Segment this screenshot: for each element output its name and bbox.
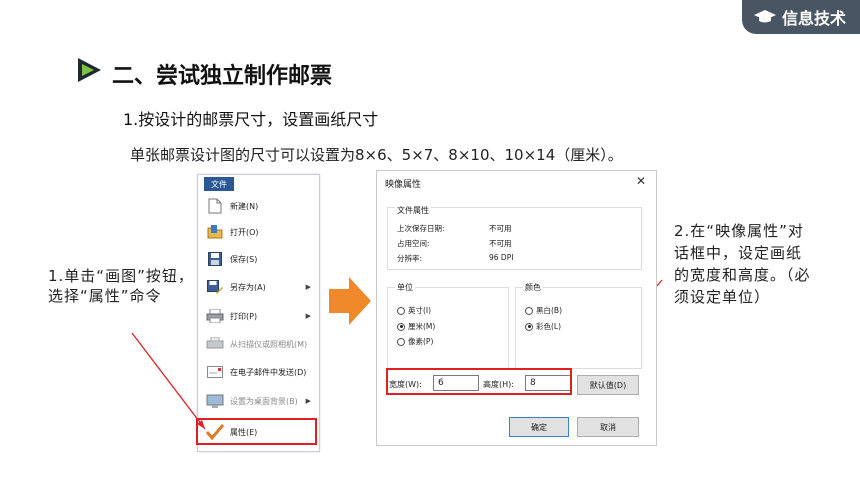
size-on-disk-value: 不可用 [489,239,512,248]
units-label: 单位 [395,282,415,293]
default-button[interactable]: 默认值(D) [577,375,639,395]
unit-pixels-radio[interactable]: 像素(P) [397,336,433,347]
left-pointer-arrowhead [197,420,205,429]
last-saved-value: 不可用 [489,224,512,233]
cancel-button[interactable]: 取消 [577,417,639,437]
resolution-value: 96 DPI [489,253,514,262]
right-annotation: 2.在“映像属性”对话框中，设定画纸的宽度和高度。（必须设定单位） [674,222,811,306]
colors-label: 颜色 [523,282,543,293]
color-bw-radio[interactable]: 黑白(B) [525,305,562,316]
file-properties-label: 文件属性 [395,205,431,216]
close-icon[interactable]: ✕ [636,174,646,188]
ok-button[interactable]: 确定 [509,417,569,437]
last-saved-label: 上次保存日期: [397,224,445,233]
unit-centimeters-radio[interactable]: 厘米(M) [397,321,435,332]
dialog-title: 映像属性 [385,180,422,190]
color-color-radio[interactable]: 彩色(L) [525,321,561,332]
resolution-label: 分辨率: [397,254,423,263]
left-pointer-arrow [131,332,206,430]
image-properties-dialog: 映像属性 ✕ 文件属性 上次保存日期: 不可用 占用空间: 不可用 分辨率: 9… [376,170,657,446]
size-fields-highlight-box [386,368,572,395]
unit-inches-radio[interactable]: 英寸(I) [397,305,431,316]
size-on-disk-label: 占用空间: [397,239,430,248]
orange-arrow-icon [329,277,371,325]
